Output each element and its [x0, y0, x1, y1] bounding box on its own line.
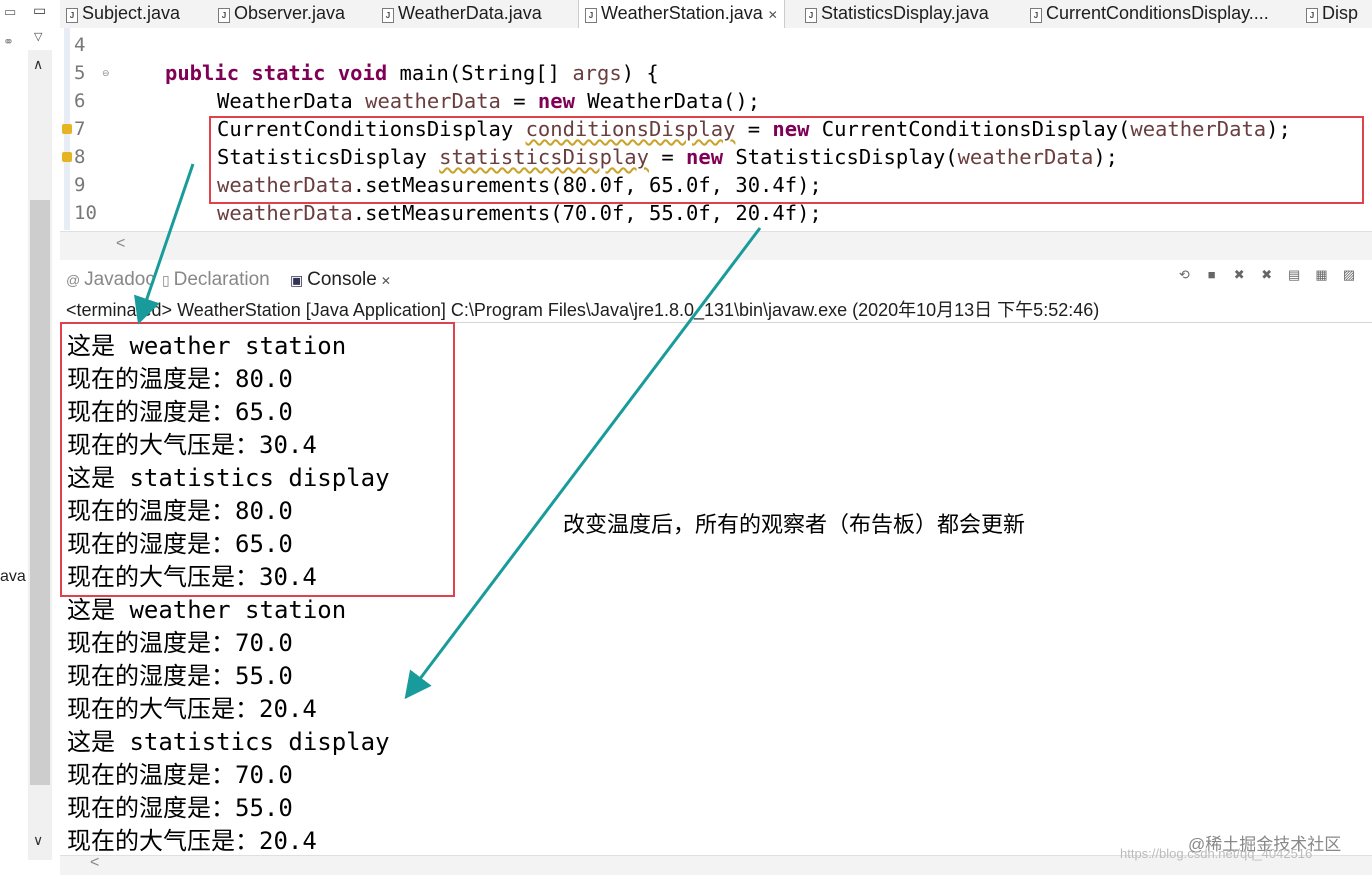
link-icon[interactable]: ⚭	[3, 34, 14, 50]
code-highlight-box	[209, 116, 1364, 204]
close-tab-icon[interactable]: ✕	[768, 8, 778, 22]
tab-weatherstation[interactable]: J WeatherStation.java ✕	[578, 0, 785, 28]
console-line: 现在的温度是：70.0	[67, 629, 293, 657]
java-file-icon: J	[1030, 8, 1042, 23]
console-header: <terminated> WeatherStation [Java Applic…	[60, 296, 1372, 323]
remove-all-icon[interactable]: ✖	[1258, 266, 1276, 284]
tab-console[interactable]: ▣ Console ✕	[290, 269, 391, 291]
code-line-10: weatherData.setMeasurements(70.0f, 55.0f…	[217, 201, 822, 225]
tab-currentconditionsdisplay[interactable]: J CurrentConditionsDisplay....	[1030, 0, 1269, 28]
clear-console-icon[interactable]: ▤	[1285, 266, 1303, 284]
close-view-icon[interactable]: ✕	[381, 274, 391, 288]
scroll-left-icon[interactable]: <	[90, 854, 99, 872]
tab-declaration[interactable]: ▯ Declaration	[162, 269, 270, 291]
warning-marker-icon[interactable]	[62, 124, 72, 134]
pin-console-icon[interactable]: ▨	[1340, 266, 1358, 284]
scroll-up-icon[interactable]: ∧	[33, 56, 43, 73]
remove-launch-icon[interactable]: ✖	[1230, 266, 1248, 284]
output-highlight-box	[60, 322, 455, 597]
console-line: 现在的大气压是：20.4	[67, 695, 317, 723]
code-line-5: public static void main(String[] args) {	[165, 61, 659, 85]
java-file-icon: J	[382, 8, 394, 23]
console-line: 现在的温度是：70.0	[67, 761, 293, 789]
fold-icon[interactable]: ⊖	[102, 68, 110, 79]
java-file-icon: J	[585, 8, 597, 23]
tab-statisticsdisplay[interactable]: J StatisticsDisplay.java	[805, 0, 989, 28]
code-line-6: WeatherData weatherData = new WeatherDat…	[217, 89, 761, 113]
line-number: 4	[74, 34, 86, 56]
java-file-icon: J	[218, 8, 230, 23]
warning-marker-icon[interactable]	[62, 152, 72, 162]
console-toolbar: ⟲ ■ ✖ ✖ ▤ ▦ ▨	[1170, 266, 1358, 292]
console-line: 这是 statistics display	[67, 728, 390, 756]
tab-weatherdata[interactable]: J WeatherData.java	[382, 0, 542, 28]
tab-observer[interactable]: J Observer.java	[218, 0, 345, 28]
annotation-text: 改变温度后，所有的观察者（布告板）都会更新	[563, 512, 1026, 537]
console-line: 现在的大气压是：20.4	[67, 827, 317, 855]
view-menu-icon[interactable]: ▽	[34, 30, 42, 43]
console-icon: ▣	[290, 272, 308, 288]
restart-icon[interactable]: ⟲	[1175, 266, 1193, 284]
minimize-icon[interactable]: ▭	[33, 2, 46, 19]
editor-horizontal-scrollbar[interactable]: <	[60, 231, 1372, 260]
collapse-icon[interactable]: ▭	[4, 4, 16, 20]
java-file-icon: J	[805, 8, 817, 23]
java-file-icon: J	[66, 8, 78, 23]
package-explorer-strip: ▭ ⚭ ▭ ▽ ∧ ∨ ava	[0, 0, 60, 874]
line-number: 9	[74, 174, 86, 196]
line-number: 7	[74, 118, 86, 140]
line-number: 10	[74, 202, 97, 224]
line-number: 8	[74, 146, 86, 168]
java-file-icon: J	[1306, 8, 1318, 23]
tab-javadoc[interactable]: @ Javadoc	[66, 269, 155, 291]
editor-tab-bar: J Subject.java J Observer.java J WeatherDat…	[60, 0, 1372, 29]
explorer-item-label[interactable]: ava	[0, 568, 26, 586]
at-icon: @	[66, 272, 85, 288]
console-line: 现在的湿度是：55.0	[67, 794, 293, 822]
scroll-lock-icon[interactable]: ▦	[1313, 266, 1331, 284]
tab-subject[interactable]: J Subject.java	[66, 0, 180, 28]
terminate-icon[interactable]: ■	[1203, 266, 1221, 284]
bottom-view-tabs: @ Javadoc ▯ Declaration ▣ Console ✕ ⟲ ■ ✖…	[60, 262, 1372, 296]
watermark-url: https://blog.csdn.net/qq_4042516	[1120, 846, 1313, 861]
editor-gutter: 4 5 ⊖ 6 7 8 9 10	[60, 28, 110, 231]
line-number: 6	[74, 90, 86, 112]
scroll-left-icon[interactable]: <	[116, 235, 125, 253]
declaration-icon: ▯	[162, 272, 174, 288]
explorer-scroll-thumb[interactable]	[30, 200, 50, 785]
console-line: 现在的湿度是：55.0	[67, 662, 293, 690]
scroll-down-icon[interactable]: ∨	[33, 832, 43, 849]
tab-display[interactable]: J Disp	[1306, 0, 1358, 28]
